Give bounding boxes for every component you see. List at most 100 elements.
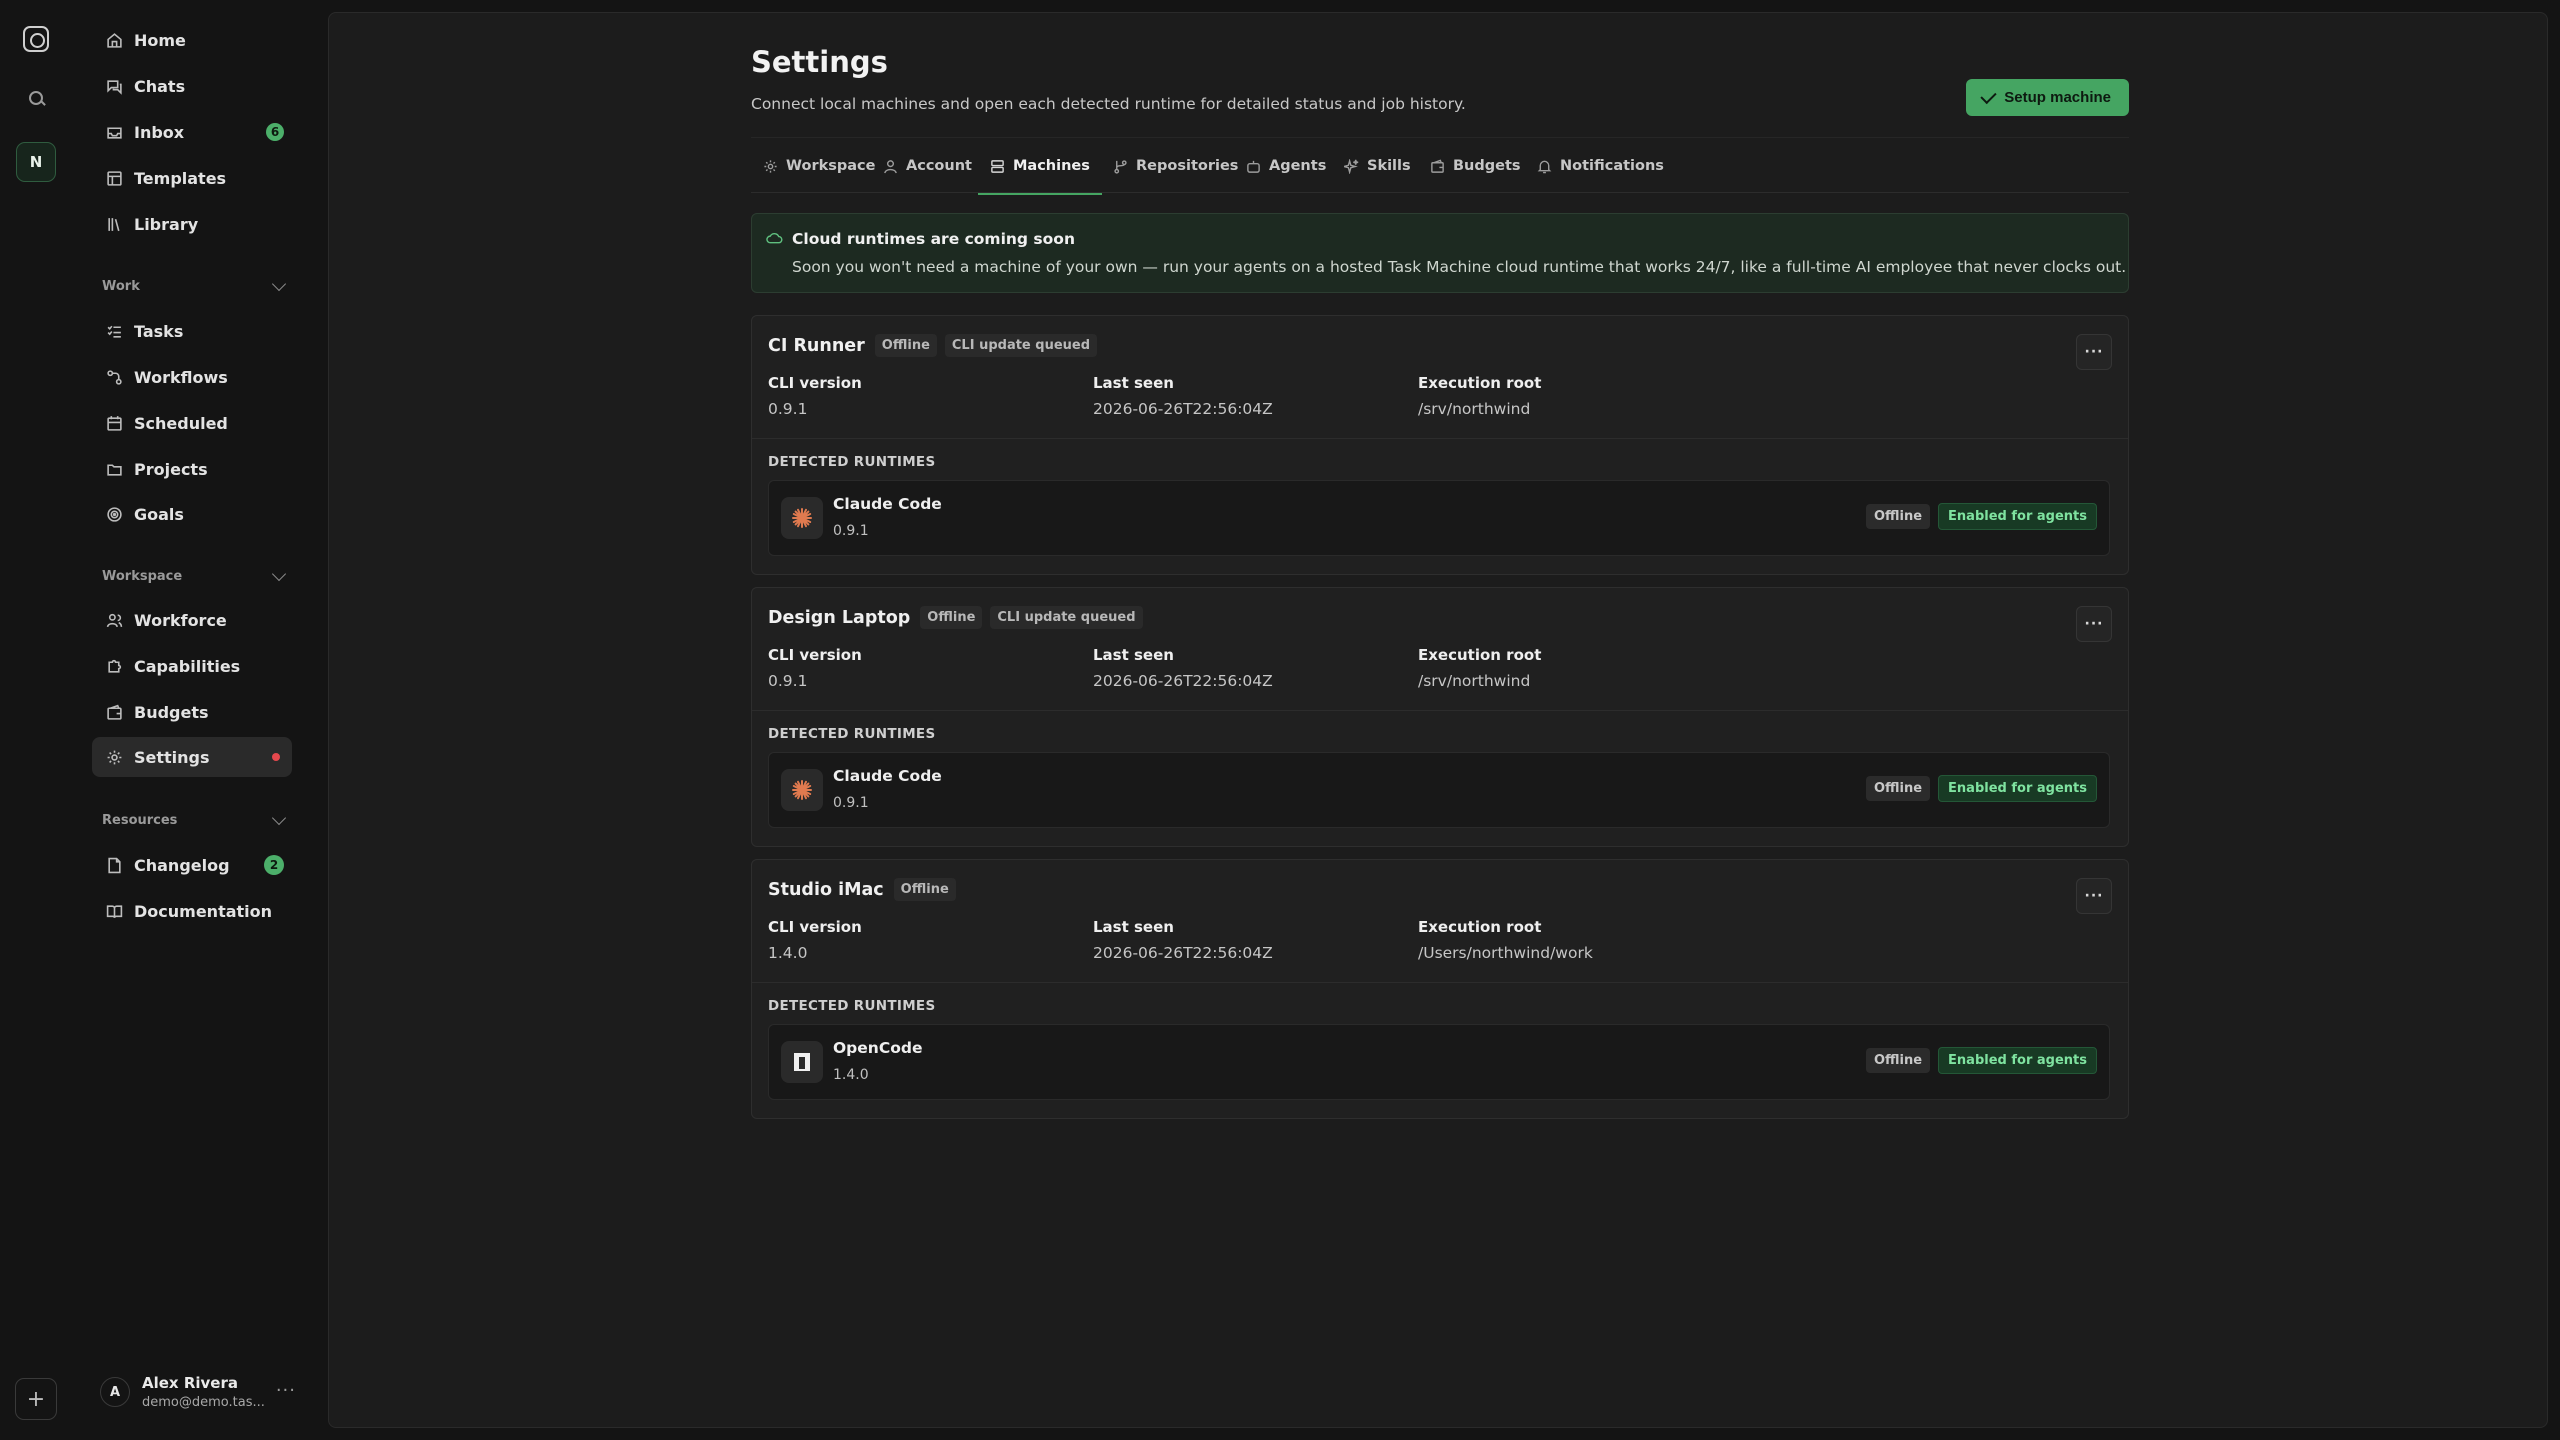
tab-skills[interactable]: Skills xyxy=(1332,138,1423,194)
section-title: Workspace xyxy=(102,568,183,584)
status-badge: Offline xyxy=(1865,504,1931,529)
sidebar-item-label: Workflows xyxy=(134,367,228,387)
enabled-badge: Enabled for agents xyxy=(1938,775,2097,802)
sidebar-item-label: Tasks xyxy=(134,321,184,341)
gear-icon xyxy=(104,747,124,767)
field-label: Last seen xyxy=(1093,374,1174,392)
runtime-status: Offline Enabled for agents xyxy=(1865,503,2097,530)
sidebar-item-templates[interactable]: Templates xyxy=(92,158,292,198)
field-value: /srv/northwind xyxy=(1418,400,1531,418)
page-title: Settings xyxy=(751,45,888,79)
sidebar-item-library[interactable]: Library xyxy=(92,204,292,244)
field-value: 0.9.1 xyxy=(768,672,808,690)
cli-version-field: CLI version 0.9.1 xyxy=(768,646,862,690)
tab-repositories[interactable]: Repositories xyxy=(1101,138,1250,194)
wallet-icon xyxy=(1431,159,1444,173)
machine-more-button[interactable]: ··· xyxy=(2076,334,2112,370)
runtime-row[interactable]: Claude Code 0.9.1 Offline Enabled for ag… xyxy=(768,480,2110,556)
add-workspace-button[interactable]: + xyxy=(15,1378,57,1420)
divider xyxy=(752,438,2128,439)
sidebar-item-workforce[interactable]: Workforce xyxy=(92,600,292,640)
machine-card: Studio iMac Offline ··· CLI version 1.4.… xyxy=(751,859,2129,1119)
sidebar-item-chats[interactable]: Chats xyxy=(92,66,292,106)
section-title: Work xyxy=(102,278,140,294)
sidebar-item-label: Settings xyxy=(134,747,210,767)
tab-label: Repositories xyxy=(1136,158,1239,174)
field-label: CLI version xyxy=(768,646,862,664)
tab-label: Machines xyxy=(1013,158,1090,174)
tab-label: Skills xyxy=(1367,158,1411,174)
runtimes-heading: DETECTED RUNTIMES xyxy=(768,998,936,1014)
runtime-version: 0.9.1 xyxy=(833,523,869,539)
settings-alert-dot xyxy=(272,753,280,761)
tasks-icon xyxy=(104,321,124,341)
field-label: Last seen xyxy=(1093,646,1174,664)
section-header-work[interactable]: Work xyxy=(102,274,288,298)
tab-account[interactable]: Account xyxy=(871,138,984,194)
file-icon xyxy=(104,855,124,875)
sidebar-item-label: Scheduled xyxy=(134,413,228,433)
workflow-icon xyxy=(104,367,124,387)
library-icon xyxy=(104,214,124,234)
tab-machines[interactable]: Machines xyxy=(978,138,1102,195)
sidebar-item-goals[interactable]: Goals xyxy=(92,494,292,534)
machine-name: Studio iMac xyxy=(768,879,884,900)
wallet-icon xyxy=(104,702,124,722)
search-icon[interactable] xyxy=(23,86,49,112)
sidebar-item-documentation[interactable]: Documentation xyxy=(92,891,292,931)
avatar: A xyxy=(100,1377,130,1407)
settings-tabs: Workspace Account Machines Repositories … xyxy=(751,137,2129,195)
tab-notifications[interactable]: Notifications xyxy=(1525,138,1676,194)
banner-text: Soon you won't need a machine of your ow… xyxy=(792,258,2127,276)
cloud-runtimes-banner: Cloud runtimes are coming soon Soon you … xyxy=(751,213,2129,293)
sidebar-item-capabilities[interactable]: Capabilities xyxy=(92,646,292,686)
gear-icon xyxy=(764,159,777,173)
field-label: CLI version xyxy=(768,374,862,392)
field-label: Execution root xyxy=(1418,374,1542,392)
machine-more-button[interactable]: ··· xyxy=(2076,878,2112,914)
sidebar-item-home[interactable]: Home xyxy=(92,20,292,60)
sidebar-item-settings[interactable]: Settings xyxy=(92,737,292,777)
machine-more-button[interactable]: ··· xyxy=(2076,606,2112,642)
section-header-resources[interactable]: Resources xyxy=(102,808,288,832)
banner-title: Cloud runtimes are coming soon xyxy=(792,230,1075,248)
bot-icon xyxy=(1247,160,1260,173)
tab-label: Notifications xyxy=(1560,158,1664,174)
runtime-row[interactable]: Claude Code 0.9.1 Offline Enabled for ag… xyxy=(768,752,2110,828)
sidebar-item-projects[interactable]: Projects xyxy=(92,449,292,489)
runtime-row[interactable]: OpenCode 1.4.0 Offline Enabled for agent… xyxy=(768,1024,2110,1100)
page-subtitle: Connect local machines and open each det… xyxy=(751,95,1466,113)
tab-agents[interactable]: Agents xyxy=(1234,138,1338,194)
tab-label: Account xyxy=(906,158,972,174)
puzzle-icon xyxy=(104,656,124,676)
sidebar-item-tasks[interactable]: Tasks xyxy=(92,311,292,351)
sidebar-item-inbox[interactable]: Inbox 6 xyxy=(92,112,292,152)
workspace-avatar[interactable]: N xyxy=(16,142,56,182)
app-rail: N + xyxy=(0,0,72,1440)
app-logo-icon[interactable] xyxy=(23,26,49,52)
tab-workspace[interactable]: Workspace xyxy=(751,138,887,194)
template-icon xyxy=(104,168,124,188)
field-value: 2026-06-26T22:56:04Z xyxy=(1093,400,1273,418)
server-icon xyxy=(991,159,1004,173)
field-value: /srv/northwind xyxy=(1418,672,1531,690)
field-value: 1.4.0 xyxy=(768,944,808,962)
opencode-icon xyxy=(781,1041,823,1083)
status-badge: Offline xyxy=(920,606,983,629)
sidebar-item-budgets[interactable]: Budgets xyxy=(92,692,292,732)
more-icon[interactable]: ··· xyxy=(276,1380,296,1401)
user-menu[interactable]: A Alex Rivera demo@demo.tas... ··· xyxy=(100,1370,296,1414)
sidebar-item-scheduled[interactable]: Scheduled xyxy=(92,403,292,443)
sidebar-item-workflows[interactable]: Workflows xyxy=(92,357,292,397)
tab-budgets[interactable]: Budgets xyxy=(1418,138,1533,194)
setup-machine-button[interactable]: Setup machine xyxy=(1966,79,2129,116)
setup-machine-label: Setup machine xyxy=(2004,89,2111,106)
section-header-workspace[interactable]: Workspace xyxy=(102,564,288,588)
sidebar-item-changelog[interactable]: Changelog 2 xyxy=(92,845,292,885)
calendar-icon xyxy=(104,413,124,433)
runtime-name: Claude Code xyxy=(833,495,942,513)
machine-card: Design Laptop Offline CLI update queued … xyxy=(751,587,2129,847)
sidebar-item-label: Projects xyxy=(134,459,208,479)
claude-icon xyxy=(781,497,823,539)
sparkles-icon xyxy=(1344,158,1359,174)
